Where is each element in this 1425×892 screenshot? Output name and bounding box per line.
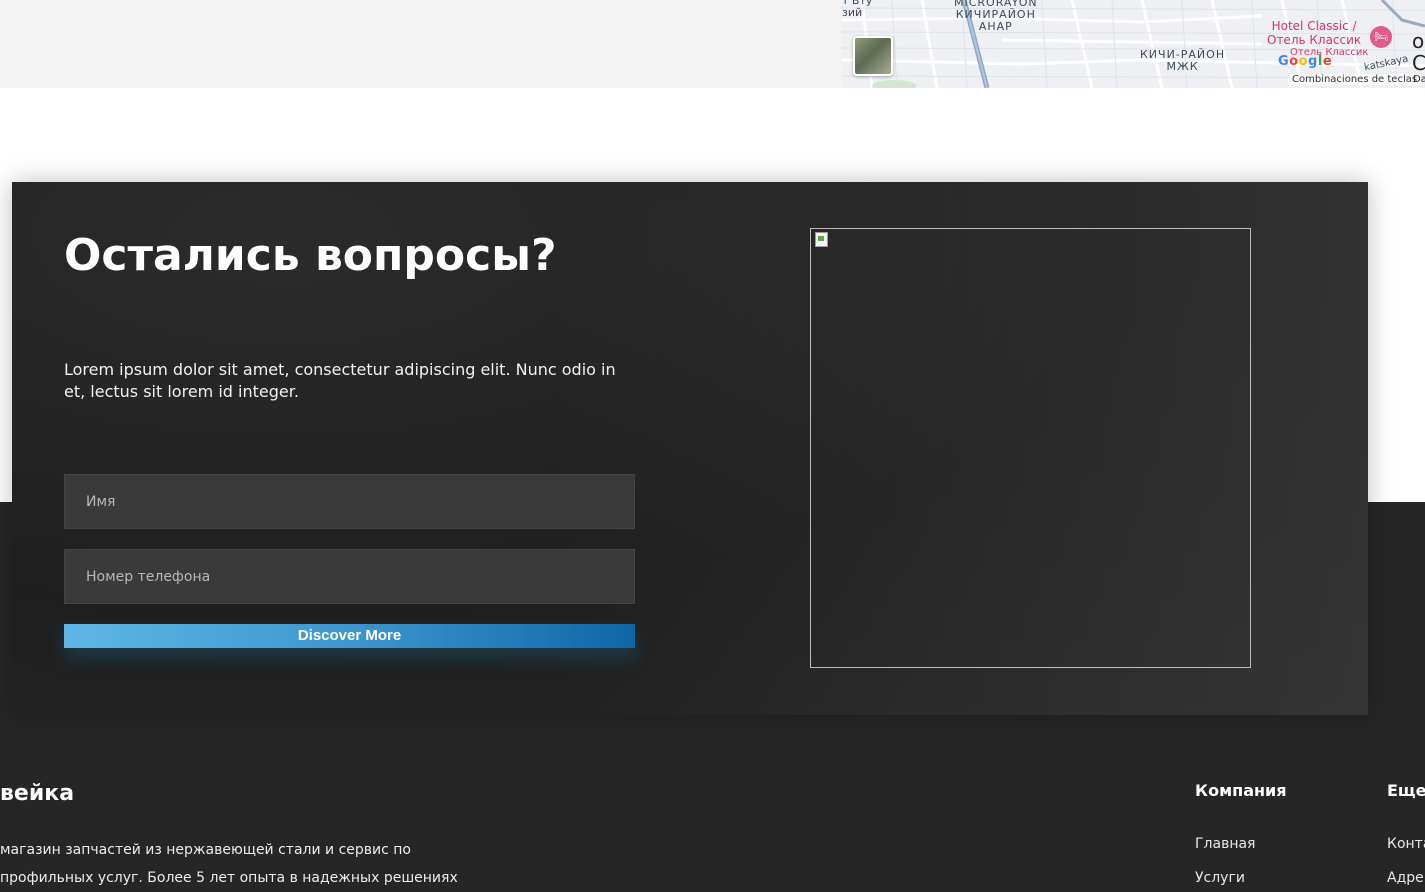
map-left-area: [0, 0, 842, 88]
footer-link-home[interactable]: Главная: [1195, 836, 1255, 852]
map-label-text: т Вту зий: [842, 0, 873, 19]
google-logo-letter: g: [1308, 54, 1318, 69]
footer-brand: вейка: [0, 781, 75, 806]
discover-more-button[interactable]: Discover More: [64, 624, 635, 648]
google-logo-letter: e: [1322, 54, 1333, 69]
contact-image: [810, 228, 1251, 668]
footer-more-title: Еще: [1387, 781, 1425, 800]
footer-description: магазин запчастей из нержавеющей стали и…: [0, 842, 458, 886]
broken-image-icon: [813, 231, 829, 247]
google-logo-letter: o: [1298, 54, 1309, 69]
contact-card: Остались вопросы? Lorem ipsum dolor sit …: [12, 182, 1368, 715]
contact-description: Lorem ipsum dolor sit amet, consectetur …: [64, 360, 616, 401]
footer-company-title: Компания: [1195, 781, 1287, 800]
map-data-link[interactable]: Da: [1413, 74, 1425, 85]
google-logo-letter: G: [1278, 54, 1290, 69]
map-embed[interactable]: т Вту зий MICRORAYON КИЧИРАЙОН АНАР КИЧИ…: [842, 0, 1425, 88]
map-label-kichi-rayon: КИЧИ-РАЙОН МЖК: [1140, 48, 1226, 73]
map-label-top-left: т Вту зий: [842, 0, 872, 19]
satellite-toggle[interactable]: [853, 36, 893, 76]
google-logo-letter: o: [1289, 54, 1299, 69]
footer-link-contacts[interactable]: Конта: [1387, 836, 1425, 852]
footer-link-address[interactable]: Адре: [1387, 870, 1424, 886]
map-zoom-control-partial[interactable]: o C: [1412, 30, 1425, 74]
bed-icon[interactable]: 🛏: [1370, 26, 1392, 48]
keyboard-shortcuts-link[interactable]: Combinaciones de teclas: [1288, 74, 1422, 85]
google-logo: Google: [1278, 54, 1332, 69]
map-label-microrayon: MICRORAYON КИЧИРАЙОН АНАР: [954, 0, 1038, 33]
contact-title: Остались вопросы?: [64, 230, 557, 281]
footer-link-services[interactable]: Услуги: [1195, 870, 1245, 886]
phone-input[interactable]: [64, 549, 635, 604]
map-hotel-name[interactable]: Hotel Classic / Отель Классик: [1267, 19, 1361, 47]
name-input[interactable]: [64, 474, 635, 529]
